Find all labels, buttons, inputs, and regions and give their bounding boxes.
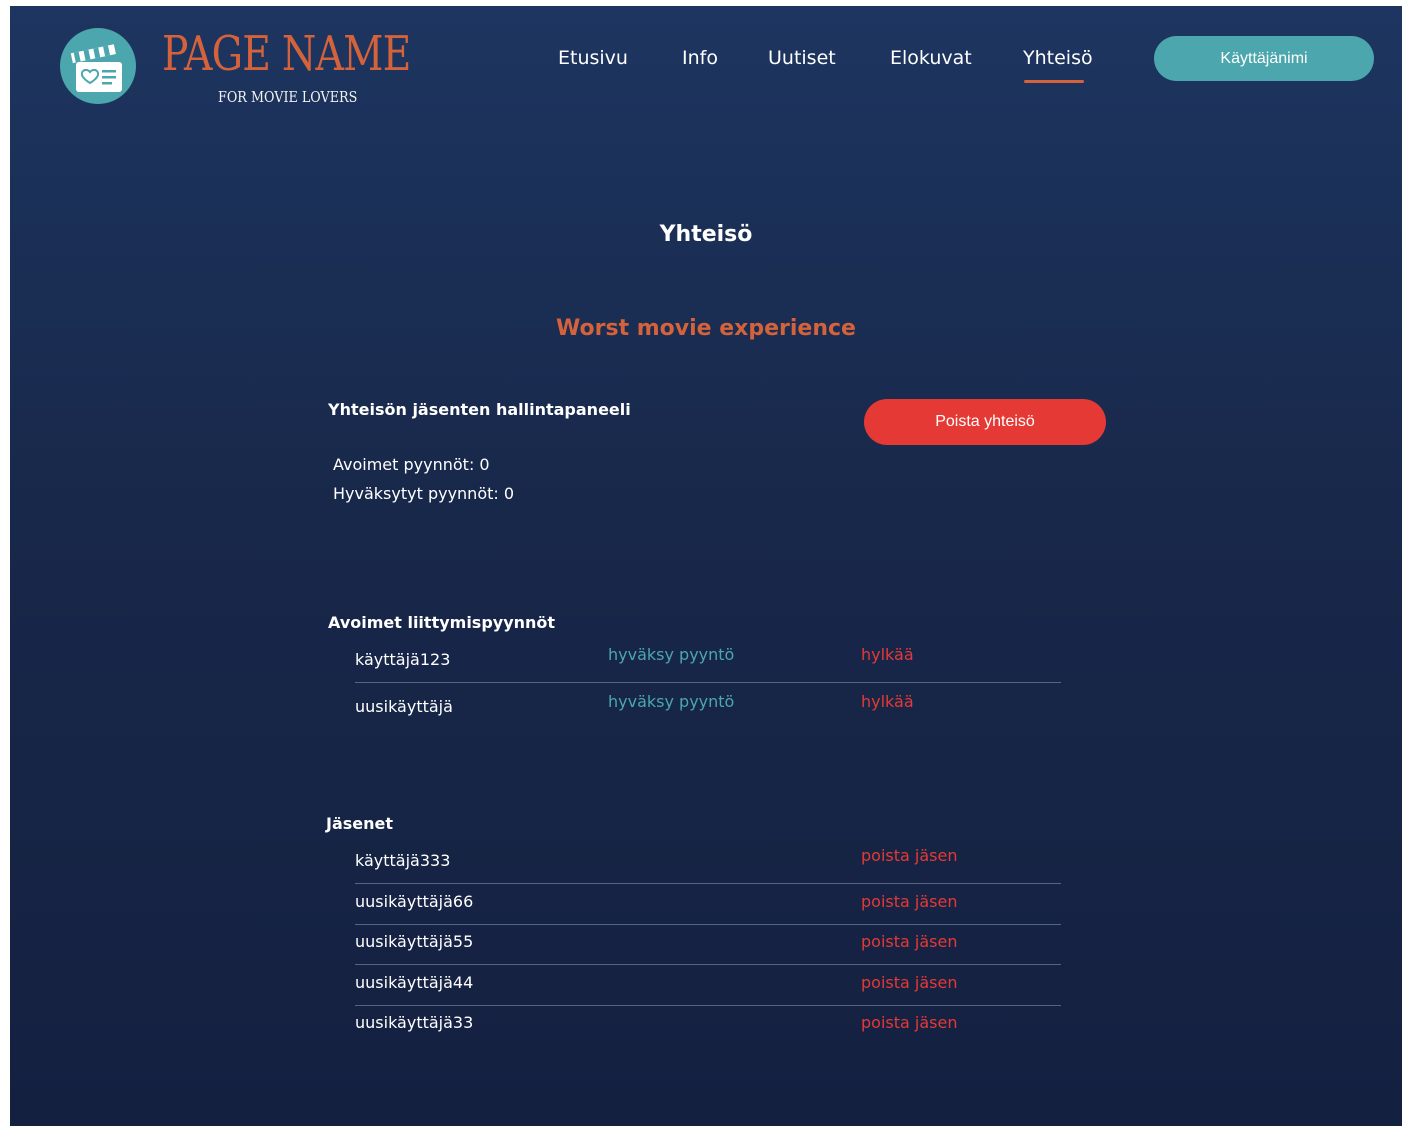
accept-request-link[interactable]: hyväksy pyyntö: [608, 692, 734, 711]
nav-yhteiso[interactable]: Yhteisö: [1023, 47, 1093, 69]
admin-panel-heading: Yhteisön jäsenten hallintapaneeli: [328, 400, 631, 419]
member-username: uusikäyttäjä33: [355, 1013, 474, 1032]
remove-member-link[interactable]: poista jäsen: [861, 1013, 957, 1032]
reject-request-link[interactable]: hylkää: [861, 692, 914, 711]
page-title: Yhteisö: [659, 222, 753, 247]
member-row: käyttäjä333 poista jäsen: [355, 843, 1061, 884]
member-row: uusikäyttäjä55 poista jäsen: [355, 924, 1061, 965]
request-row: uusikäyttäjä hyväksy pyyntö hylkää: [355, 689, 1061, 729]
member-row: uusikäyttäjä33 poista jäsen: [355, 1005, 1061, 1045]
request-row: käyttäjä123 hyväksy pyyntö hylkää: [355, 642, 1061, 683]
active-nav-indicator: [1024, 80, 1084, 83]
member-row: uusikäyttäjä44 poista jäsen: [355, 965, 1061, 1006]
app-frame: PAGE NAME FOR MOVIE LOVERS Etusivu Info …: [10, 6, 1402, 1126]
reject-request-link[interactable]: hylkää: [861, 645, 914, 664]
community-name: Worst movie experience: [556, 316, 856, 341]
remove-member-link[interactable]: poista jäsen: [861, 892, 957, 911]
open-requests-count: Avoimet pyynnöt: 0: [333, 455, 490, 474]
clapperboard-heart-icon[interactable]: [60, 28, 136, 104]
nav-elokuvat[interactable]: Elokuvat: [890, 47, 972, 69]
request-username: käyttäjä123: [355, 650, 451, 669]
member-username: uusikäyttäjä55: [355, 932, 474, 951]
delete-community-button[interactable]: Poista yhteisö: [864, 399, 1106, 445]
remove-member-link[interactable]: poista jäsen: [861, 973, 957, 992]
members-heading: Jäsenet: [326, 814, 394, 833]
accept-request-link[interactable]: hyväksy pyyntö: [608, 645, 734, 664]
user-account-button[interactable]: Käyttäjänimi: [1154, 36, 1374, 81]
nav-info[interactable]: Info: [682, 47, 718, 69]
member-row: uusikäyttäjä66 poista jäsen: [355, 884, 1061, 925]
brand-subtitle: FOR MOVIE LOVERS: [218, 88, 358, 106]
join-requests-heading: Avoimet liittymispyynnöt: [328, 613, 556, 632]
request-username: uusikäyttäjä: [355, 697, 453, 716]
nav-etusivu[interactable]: Etusivu: [558, 47, 628, 69]
member-username: uusikäyttäjä44: [355, 973, 474, 992]
member-username: käyttäjä333: [355, 851, 451, 870]
nav-uutiset[interactable]: Uutiset: [768, 47, 836, 69]
member-username: uusikäyttäjä66: [355, 892, 474, 911]
remove-member-link[interactable]: poista jäsen: [861, 846, 957, 865]
remove-member-link[interactable]: poista jäsen: [861, 932, 957, 951]
accepted-requests-count: Hyväksytyt pyynnöt: 0: [333, 484, 515, 503]
brand-title[interactable]: PAGE NAME: [162, 26, 411, 82]
